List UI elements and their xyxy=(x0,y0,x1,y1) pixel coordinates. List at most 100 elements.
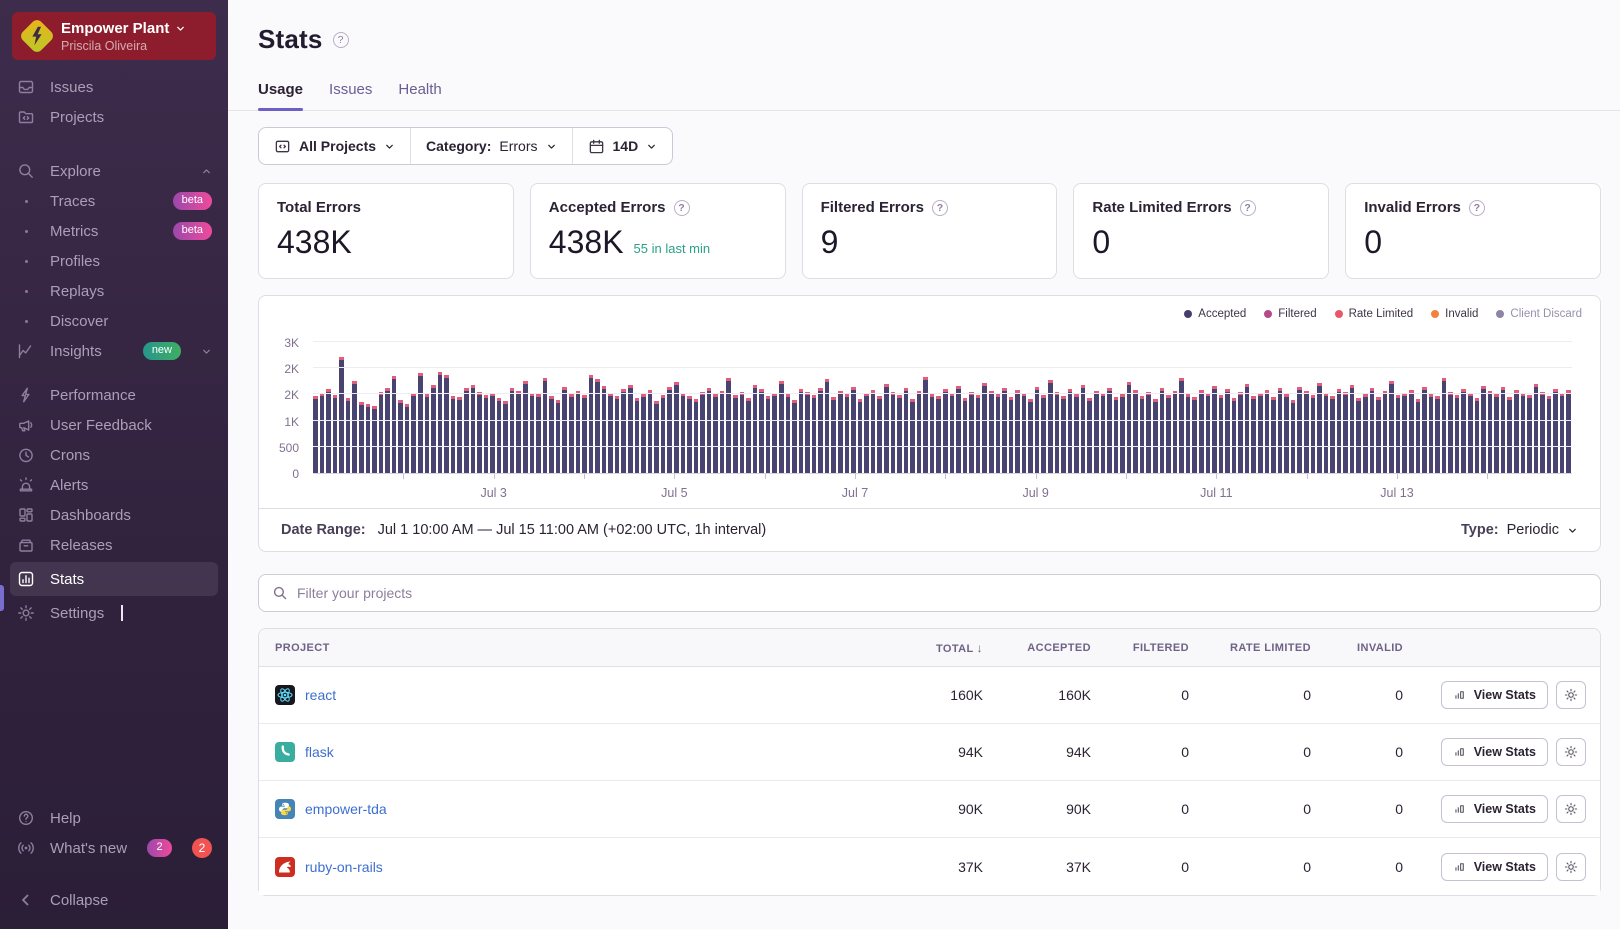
sidebar-item-crons[interactable]: Crons xyxy=(0,440,228,470)
sidebar-item-user-feedback[interactable]: User Feedback xyxy=(0,410,228,440)
chart-bar xyxy=(1185,394,1191,473)
stat-card: Filtered Errors? 9 xyxy=(801,183,1058,279)
project-settings-button[interactable] xyxy=(1556,738,1586,766)
project-settings-button[interactable] xyxy=(1556,852,1586,881)
column-header-rate-limited[interactable]: RATE LIMITED xyxy=(1191,642,1313,654)
sidebar-item-traces[interactable]: Traces beta xyxy=(0,186,228,216)
collapse-button[interactable]: Collapse xyxy=(0,885,228,915)
project-search-input[interactable] xyxy=(297,585,1587,601)
chart-bar xyxy=(1093,391,1099,473)
actions-cell: View Stats xyxy=(1405,795,1600,823)
chart-bar xyxy=(726,378,731,473)
sidebar-item-what-s-new[interactable]: What's new 2 2 xyxy=(0,833,228,863)
help-icon[interactable]: ? xyxy=(1468,199,1485,216)
project-settings-button[interactable] xyxy=(1556,795,1586,823)
sidebar-item-profiles[interactable]: Profiles xyxy=(0,246,228,276)
view-stats-button[interactable]: View Stats xyxy=(1440,681,1548,709)
project-search xyxy=(258,574,1601,612)
column-header-project[interactable]: PROJECT xyxy=(259,642,890,654)
legend-item[interactable]: Rate Limited xyxy=(1334,308,1413,320)
sidebar-item-label: User Feedback xyxy=(50,416,152,434)
chart-bar xyxy=(313,396,318,473)
x-axis-tick-label: Jul 9 xyxy=(1022,486,1049,500)
chart-bar xyxy=(1546,396,1552,473)
view-stats-button[interactable]: View Stats xyxy=(1440,738,1548,766)
sidebar-item-stats[interactable]: Stats xyxy=(10,562,218,596)
stat-cards: Total Errors 438K Accepted Errors? 438K 55 i… xyxy=(258,183,1601,279)
x-axis-tick xyxy=(1487,474,1489,479)
accepted-cell: 90K xyxy=(1066,801,1091,817)
project-settings-button[interactable] xyxy=(1556,681,1586,709)
legend-item[interactable]: Accepted xyxy=(1184,308,1246,320)
x-axis-tick xyxy=(764,474,766,479)
sidebar-item-discover[interactable]: Discover xyxy=(0,306,228,336)
chart-bar xyxy=(1474,398,1480,473)
chart-bar xyxy=(1500,387,1506,473)
sidebar-item-settings[interactable]: Settings xyxy=(0,598,228,628)
sidebar-item-help[interactable]: Help xyxy=(0,803,228,833)
column-header-accepted[interactable]: ACCEPTED xyxy=(985,642,1093,654)
sidebar-item-releases[interactable]: Releases xyxy=(0,530,228,560)
type-dropdown[interactable]: Type: Periodic xyxy=(1461,522,1578,538)
view-stats-button[interactable]: View Stats xyxy=(1440,852,1548,881)
sidebar-item-projects[interactable]: Projects xyxy=(0,102,228,132)
sidebar-item-issues[interactable]: Issues xyxy=(0,72,228,102)
project-link[interactable]: flask xyxy=(305,744,334,760)
tab-health[interactable]: Health xyxy=(398,81,441,110)
table-row: empower-tda 90K 90K 0 0 0 View Stats xyxy=(259,781,1600,838)
sidebar-item-dashboards[interactable]: Dashboards xyxy=(0,500,228,530)
chart-bar xyxy=(614,396,620,473)
stat-card-title: Invalid Errors? xyxy=(1364,199,1582,216)
legend-item[interactable]: Filtered xyxy=(1264,308,1317,320)
chart-bar xyxy=(1389,381,1394,473)
legend-item[interactable]: Client Discard xyxy=(1496,308,1582,320)
legend-item[interactable]: Invalid xyxy=(1431,308,1478,320)
chevron-down-icon xyxy=(648,144,656,149)
chart-bar xyxy=(1153,399,1158,473)
broadcast-icon xyxy=(16,839,36,857)
chart-bar xyxy=(1382,391,1388,473)
chart-bar xyxy=(1113,397,1119,473)
project-link[interactable]: empower-tda xyxy=(305,801,387,817)
legend-dot-icon xyxy=(1334,310,1343,318)
view-stats-button[interactable]: View Stats xyxy=(1440,795,1548,823)
chart-bar xyxy=(490,393,495,473)
bar-chart-icon xyxy=(1455,862,1464,871)
category-dropdown[interactable]: Category: Errors xyxy=(410,128,571,164)
sidebar-item-explore[interactable]: Explore xyxy=(0,156,228,186)
chart-bar xyxy=(529,393,535,473)
tab-issues[interactable]: Issues xyxy=(329,81,372,110)
chart-bar xyxy=(1244,384,1250,473)
project-link[interactable]: ruby-on-rails xyxy=(305,859,383,875)
column-header-filtered[interactable]: FILTERED xyxy=(1093,642,1191,654)
chart-bar xyxy=(1087,398,1092,473)
chart-bar xyxy=(352,381,357,473)
2-badge: 2 xyxy=(147,838,172,858)
table-header: PROJECT TOTAL ↓ ACCEPTED FILTERED RATE LIMITE… xyxy=(259,629,1600,667)
sidebar-item-replays[interactable]: Replays xyxy=(0,276,228,306)
type-value: Periodic xyxy=(1506,522,1559,538)
sidebar-item-alerts[interactable]: Alerts xyxy=(0,470,228,500)
notification-badge: 2 xyxy=(192,838,212,858)
chart-bar xyxy=(1468,393,1473,473)
sidebar-item-performance[interactable]: Performance xyxy=(0,380,228,410)
stat-card-value: 438K xyxy=(277,224,495,261)
tab-usage[interactable]: Usage xyxy=(258,81,304,111)
help-icon[interactable]: ? xyxy=(332,31,349,48)
period-dropdown[interactable]: 14D xyxy=(571,128,673,164)
chart-bar xyxy=(457,397,462,473)
chart-bar xyxy=(962,398,968,473)
actions-cell: View Stats xyxy=(1405,852,1600,881)
org-switcher[interactable]: Empower Plant Priscila Oliveira xyxy=(12,12,216,60)
chart-bar xyxy=(792,400,797,473)
sidebar-item-insights[interactable]: Insights new xyxy=(0,336,228,366)
project-filter-dropdown[interactable]: All Projects xyxy=(259,128,410,164)
column-header-total[interactable]: TOTAL ↓ xyxy=(890,641,985,655)
column-header-invalid[interactable]: INVALID xyxy=(1313,642,1405,654)
help-icon[interactable]: ? xyxy=(673,199,690,216)
help-icon[interactable]: ? xyxy=(1239,199,1256,216)
sidebar-item-metrics[interactable]: Metrics beta xyxy=(0,216,228,246)
project-link[interactable]: react xyxy=(305,687,336,703)
chart-bar xyxy=(1336,389,1342,473)
help-icon[interactable]: ? xyxy=(931,199,948,216)
